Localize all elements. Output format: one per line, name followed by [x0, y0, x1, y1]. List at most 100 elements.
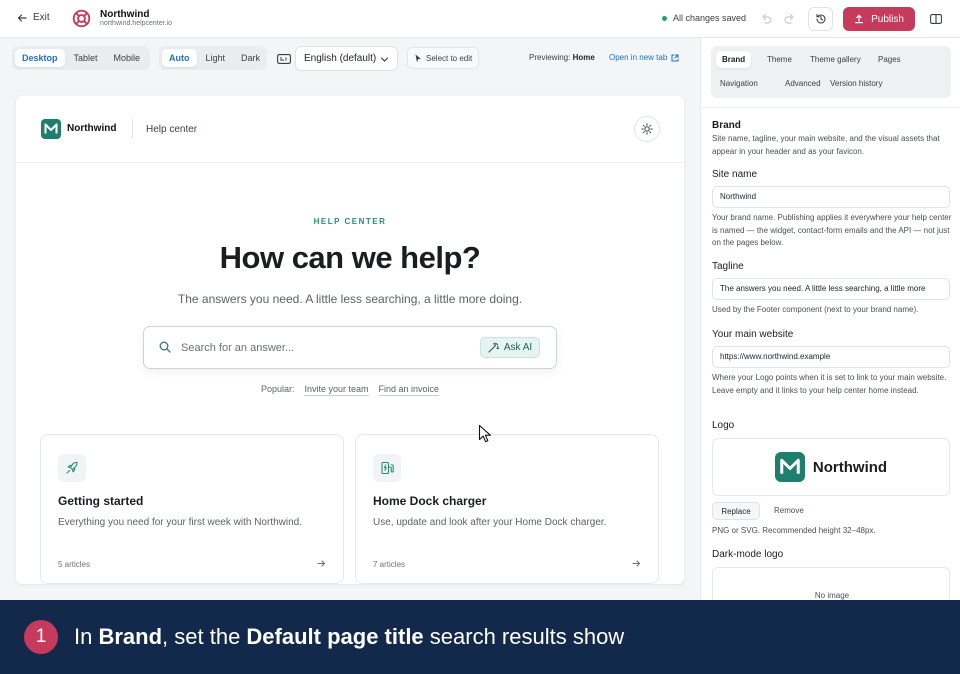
category-card[interactable]: Getting started Everything you need for …	[40, 434, 344, 584]
exit-button[interactable]: Exit	[17, 12, 50, 23]
theme-dark[interactable]: Dark	[234, 49, 267, 67]
site-name-help: Your brand name. Publishing applies it e…	[712, 213, 952, 247]
save-status: All changes saved	[662, 13, 746, 23]
popular-link[interactable]: Invite your team	[304, 384, 369, 396]
settings-tabs: Brand Theme Theme gallery Pages Navigati…	[711, 46, 951, 98]
settings-panel: Brand Theme Theme gallery Pages Navigati…	[700, 38, 960, 600]
redo-icon[interactable]	[783, 12, 797, 26]
exit-label: Exit	[33, 12, 50, 23]
dark-logo-label: Dark-mode logo	[712, 549, 784, 560]
device-switcher: Desktop Tablet Mobile	[12, 46, 150, 70]
site-name-label: Site name	[712, 169, 758, 180]
card-title: Home Dock charger	[373, 494, 487, 508]
publish-label: Publish	[871, 13, 904, 25]
language-value: English (default)	[304, 53, 377, 64]
tab-advanced[interactable]: Advanced	[779, 75, 827, 92]
section-description: Site name, tagline, your main website, a…	[712, 134, 940, 156]
category-card[interactable]: Home Dock charger Use, update and look a…	[355, 434, 659, 584]
site-domain: northwind.helpcenter.io	[100, 20, 172, 27]
instruction-emphasis: Default page title	[246, 624, 424, 649]
card-description: Everything you need for your first week …	[58, 517, 302, 528]
logo-help: PNG or SVG. Recommended height 32–48px.	[712, 526, 876, 535]
arrow-right-icon	[317, 560, 326, 567]
header-divider	[132, 119, 133, 139]
preview-search-box[interactable]: Search for an answer... Ask AI	[143, 326, 557, 369]
brand-logo-icon	[41, 119, 61, 139]
publish-button[interactable]: Publish	[843, 7, 915, 31]
tab-brand[interactable]: Brand	[716, 51, 752, 68]
instruction-text: In	[74, 624, 99, 649]
card-description: Use, update and look after your Home Doc…	[373, 517, 607, 528]
undo-icon[interactable]	[759, 12, 773, 26]
save-status-label: All changes saved	[673, 13, 747, 23]
theme-light[interactable]: Light	[199, 49, 233, 67]
hero-subtitle: The answers you need. A little less sear…	[177, 292, 523, 306]
previewing-indicator: Previewing: Home	[529, 53, 595, 62]
history-icon	[815, 13, 826, 24]
tab-version-history[interactable]: Version history	[824, 75, 888, 92]
language-select[interactable]: English (default)	[295, 46, 398, 71]
open-in-new-tab-link[interactable]: Open in new tab	[609, 53, 679, 62]
logo-preview: Northwind	[712, 438, 950, 496]
site-name: Northwind	[100, 9, 150, 20]
ask-ai-button[interactable]: Ask AI	[480, 337, 540, 358]
upload-icon	[854, 14, 864, 24]
brand-logo-icon	[774, 452, 805, 482]
select-to-edit-label: Select to edit	[426, 53, 473, 63]
tagline-input[interactable]: The answers you need. A little less sear…	[712, 278, 950, 300]
theme-toggle-button[interactable]	[634, 116, 660, 142]
previewing-page: Home	[572, 53, 595, 62]
rocket-icon	[58, 454, 86, 482]
website-help: Where your Logo points when it is set to…	[712, 373, 947, 395]
history-button[interactable]	[808, 7, 833, 31]
preview-toolbar: Desktop Tablet Mobile Auto Light Dark En…	[0, 38, 700, 78]
website-label: Your main website	[712, 329, 794, 340]
chevron-down-icon	[380, 57, 389, 62]
tutorial-banner: 1 In Brand, set the Default page title s…	[0, 600, 960, 674]
previewing-label: Previewing:	[529, 53, 571, 62]
tagline-help: Used by the Footer component (next to yo…	[712, 305, 919, 314]
dark-logo-dropzone[interactable]: No image	[712, 567, 950, 600]
site-preview: Northwind Help center HELP CENTER How ca…	[16, 96, 684, 584]
mouse-cursor-icon	[478, 424, 491, 443]
hero-title: How can we help?	[219, 240, 481, 275]
ev-charger-icon	[373, 454, 401, 482]
split-view-button[interactable]	[925, 9, 947, 29]
step-number-badge: 1	[24, 620, 58, 654]
top-bar: Exit Northwind northwind.helpcenter.io A…	[0, 0, 960, 38]
theme-switcher: Auto Light Dark	[159, 46, 267, 70]
preview-brand-name[interactable]: Northwind	[67, 123, 116, 134]
tab-pages[interactable]: Pages	[872, 51, 907, 68]
external-link-icon	[671, 54, 679, 61]
magic-wand-icon	[488, 342, 499, 353]
popular-label: Popular:	[260, 384, 295, 394]
sun-icon	[641, 123, 653, 135]
pointer-icon	[415, 54, 421, 62]
remove-logo-button[interactable]: Remove	[774, 506, 804, 515]
popular-link[interactable]: Find an invoice	[378, 384, 440, 396]
device-tablet[interactable]: Tablet	[67, 49, 105, 67]
tab-theme[interactable]: Theme	[761, 51, 798, 68]
replace-logo-button[interactable]: Replace	[712, 502, 760, 520]
card-article-count: 7 articles	[373, 560, 406, 569]
website-input[interactable]: https://www.northwind.example	[712, 346, 950, 368]
hero-kicker: HELP CENTER	[313, 217, 387, 226]
card-title: Getting started	[58, 494, 144, 508]
instruction-text: search results show	[423, 624, 625, 649]
preview-section-name[interactable]: Help center	[146, 124, 197, 135]
preview-header: Northwind Help center	[16, 96, 684, 163]
device-desktop[interactable]: Desktop	[15, 49, 65, 67]
lifebuoy-icon	[72, 9, 91, 28]
theme-auto[interactable]: Auto	[162, 49, 197, 67]
panel-divider	[701, 107, 960, 108]
instruction-emphasis: Brand	[98, 624, 163, 649]
tab-theme-gallery[interactable]: Theme gallery	[804, 51, 867, 68]
open-new-tab-label: Open in new tab	[609, 53, 668, 62]
tab-navigation[interactable]: Navigation	[714, 75, 764, 92]
saved-dot-icon	[662, 15, 667, 21]
device-mobile[interactable]: Mobile	[107, 49, 148, 67]
translate-icon	[277, 54, 291, 64]
select-to-edit-button[interactable]: Select to edit	[407, 47, 479, 69]
instruction-text: , set the	[162, 624, 247, 649]
site-name-input[interactable]: Northwind	[712, 186, 950, 208]
